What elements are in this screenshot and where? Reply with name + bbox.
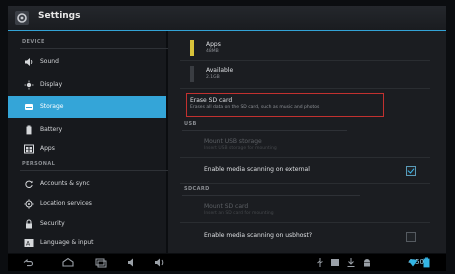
nav-item-security[interactable]: Security — [8, 215, 166, 233]
media-scan-external-item[interactable]: Enable media scanning on external — [168, 161, 446, 181]
media-scan-usbhost-checkbox[interactable] — [406, 232, 416, 242]
nav-item-label: Location services — [40, 200, 92, 207]
android-icon — [364, 259, 370, 267]
storage-item-title: Apps — [206, 41, 221, 48]
display-icon — [24, 80, 34, 90]
speaker-icon — [25, 58, 33, 66]
section-header-sdcard: SDCARD — [182, 186, 358, 196]
media-scan-usbhost-item[interactable]: Enable media scanning on usbhost? — [168, 227, 446, 247]
settings-header-list: DEVICE Sound Display Storage Battery App… — [8, 31, 187, 253]
nav-item-label: Language & input — [40, 239, 94, 246]
nav-item-label: Storage — [40, 103, 64, 110]
mount-sd-summary: Insert an SD card for mounting — [204, 211, 274, 216]
nav-item-sound[interactable]: Sound — [8, 53, 166, 71]
nav-item-apps[interactable]: Apps — [8, 140, 166, 158]
storage-item-value: 2.1GB — [206, 75, 220, 80]
nav-item-label: Sound — [40, 58, 59, 65]
settings-app-icon[interactable] — [14, 10, 30, 26]
available-swatch — [190, 66, 194, 82]
volume-down-icon[interactable] — [126, 257, 138, 268]
erase-sd-card-summary: Erases all data on the SD card, such as … — [190, 105, 320, 110]
usb-icon — [317, 258, 323, 267]
nav-item-battery[interactable]: Battery — [8, 121, 166, 139]
section-header-device: DEVICE — [20, 39, 174, 49]
mount-sd-title: Mount SD card — [204, 203, 249, 210]
sync-icon — [25, 180, 33, 188]
apps-icon — [24, 144, 34, 154]
location-icon — [24, 199, 34, 209]
storage-icon — [25, 104, 33, 110]
nav-item-label: Security — [40, 220, 65, 227]
erase-sd-card-title: Erase SD card — [190, 97, 233, 104]
divider — [180, 183, 430, 184]
media-scan-external-label: Enable media scanning on external — [204, 166, 310, 173]
storage-item-title: Available — [206, 67, 234, 74]
divider — [180, 88, 430, 89]
nav-item-label: Battery — [40, 126, 63, 133]
action-bar: Settings — [8, 6, 446, 31]
storage-row-apps: Apps 48MB — [168, 37, 446, 59]
divider — [180, 60, 430, 61]
mount-usb-summary: Insert USB storage for mounting — [204, 146, 277, 151]
download-icon — [347, 258, 355, 267]
nav-item-storage[interactable]: Storage — [8, 96, 166, 118]
nav-item-display[interactable]: Display — [8, 76, 166, 94]
mount-usb-storage-item: Mount USB storage Insert USB storage for… — [168, 135, 446, 155]
app-title: Settings — [38, 11, 81, 21]
nav-item-language-input[interactable]: A Language & input — [8, 234, 166, 252]
language-icon: A — [24, 239, 34, 248]
nav-item-label: Apps — [40, 145, 55, 152]
lock-icon — [26, 219, 32, 229]
gallery-icon — [331, 259, 339, 266]
battery-icon — [26, 125, 32, 135]
system-bar: 4:50 — [8, 254, 446, 271]
recent-apps-icon[interactable] — [94, 257, 108, 268]
wifi-icon — [408, 259, 418, 267]
battery-status-icon — [423, 257, 430, 268]
section-header-personal: PERSONAL — [19, 161, 187, 171]
mount-sd-card-item: Mount SD card Insert an SD card for moun… — [168, 200, 446, 220]
media-scan-external-checkbox[interactable] — [406, 166, 416, 176]
home-icon[interactable] — [60, 257, 76, 268]
divider — [180, 222, 430, 223]
storage-details-pane: Apps 48MB Available 2.1GB Erase SD card … — [168, 31, 446, 253]
volume-up-icon[interactable] — [154, 257, 166, 268]
apps-usage-swatch — [190, 40, 194, 56]
section-header-usb: USB — [182, 121, 343, 131]
media-scan-usbhost-label: Enable media scanning on usbhost? — [204, 232, 313, 239]
divider — [180, 157, 430, 158]
storage-row-available: Available 2.1GB — [168, 63, 446, 85]
storage-item-value: 48MB — [206, 49, 219, 54]
nav-item-label: Accounts & sync — [40, 180, 90, 187]
nav-item-label: Display — [40, 81, 63, 88]
back-icon[interactable] — [22, 257, 34, 268]
nav-item-accounts-sync[interactable]: Accounts & sync — [8, 175, 166, 193]
erase-sd-card-item[interactable]: Erase SD card Erases all data on the SD … — [168, 94, 446, 116]
nav-item-location-services[interactable]: Location services — [8, 195, 166, 213]
mount-usb-title: Mount USB storage — [204, 138, 262, 145]
tablet-screen: Settings DEVICE Sound Display Storage Ba… — [0, 0, 455, 274]
